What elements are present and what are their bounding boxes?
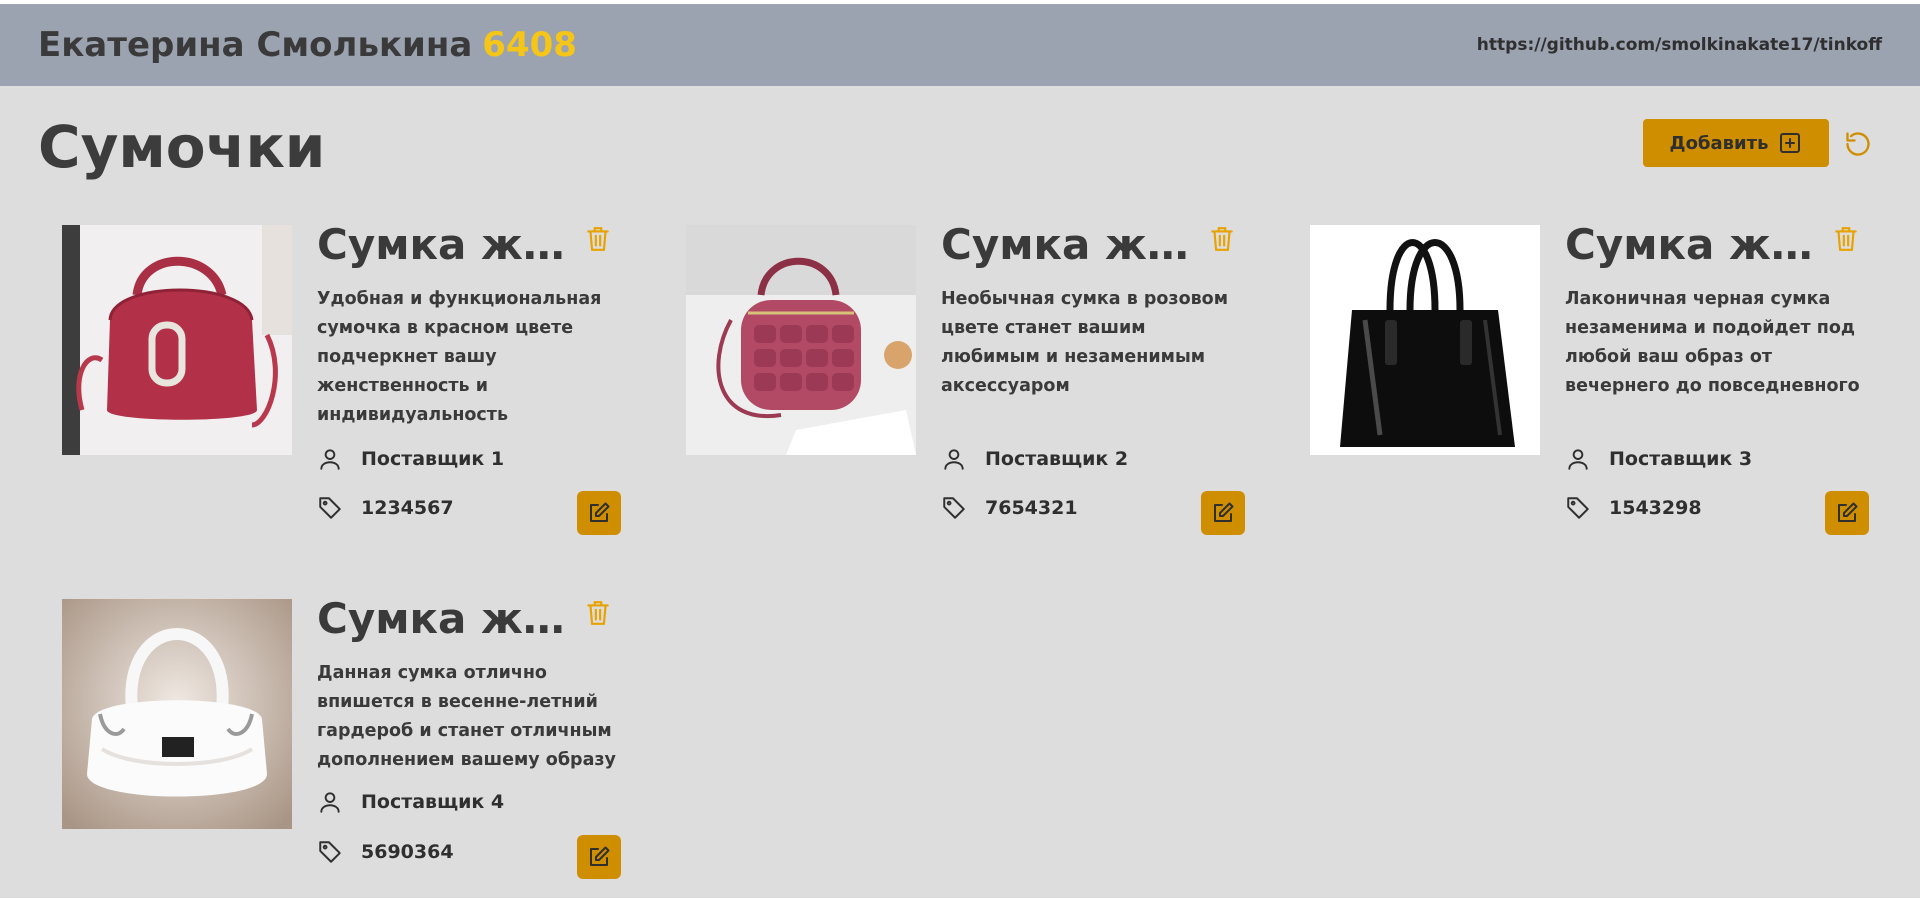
supplier-row: Поставщик 1: [317, 446, 504, 472]
user-icon: [1568, 449, 1588, 470]
product-description: Удобная и функциональная сумочка в красн…: [317, 289, 602, 425]
product-title: Сумка же...: [317, 220, 577, 269]
tag-icon: [319, 497, 341, 519]
tag-icon: [1567, 497, 1589, 519]
tag-icon: [319, 841, 341, 863]
code-row: 5690364: [317, 839, 454, 865]
product-card: Сумка же... Необычная сумка в розовом цв…: [686, 220, 1246, 535]
trash-icon[interactable]: [1209, 225, 1235, 253]
product-card: Сумка же... Удобная и функциональная сум…: [62, 220, 622, 535]
author-name: Екатерина Смолькина: [38, 25, 473, 65]
supplier-row: Поставщик 3: [1565, 446, 1752, 472]
supplier-name: Поставщик 3: [1609, 448, 1753, 470]
refresh-icon[interactable]: [1844, 130, 1872, 158]
top-bar: Екатерина Смолькина 6408 https://github.…: [0, 4, 1920, 86]
trash-icon[interactable]: [585, 225, 611, 253]
tag-icon: [943, 497, 965, 519]
product-code: 1234567: [361, 497, 454, 519]
supplier-name: Поставщик 4: [361, 791, 505, 813]
supplier-name: Поставщик 2: [985, 448, 1129, 470]
variant-number: 6408: [482, 25, 577, 65]
edit-button[interactable]: [1201, 491, 1245, 535]
product-photo: [686, 225, 916, 455]
code-row: 1234567: [317, 495, 454, 521]
user-icon: [944, 449, 964, 470]
product-card: Сумка же... Данная сумка отлично впишетс…: [62, 594, 622, 899]
product-description: Лаконичная черная сумка незаменима и под…: [1565, 289, 1860, 396]
product-photo: [1310, 225, 1540, 455]
edit-icon: [590, 502, 610, 522]
edit-button[interactable]: [577, 491, 621, 535]
brand: Екатерина Смолькина 6408: [38, 4, 577, 86]
product-code: 1543298: [1609, 497, 1702, 519]
product-photo: [62, 225, 292, 455]
repo-link[interactable]: https://github.com/smolkinakate17/tinkof…: [1477, 4, 1882, 86]
product-description: Данная сумка отлично впишется в весенне-…: [317, 663, 616, 770]
code-row: 1543298: [1565, 495, 1702, 521]
code-row: 7654321: [941, 495, 1078, 521]
page-title: Сумочки: [38, 113, 326, 181]
product-description: Необычная сумка в розовом цвете станет в…: [941, 289, 1228, 396]
user-icon: [320, 449, 340, 470]
app: Екатерина Смолькина 6408 https://github.…: [0, 4, 1920, 898]
product-title: Сумка же...: [1565, 220, 1825, 269]
edit-button[interactable]: [1825, 491, 1869, 535]
add-button-label: Добавить: [1669, 132, 1769, 154]
edit-icon: [1214, 502, 1234, 522]
user-icon: [320, 792, 340, 813]
add-button[interactable]: Добавить: [1643, 119, 1829, 167]
product-photo: [62, 599, 292, 829]
edit-button[interactable]: [577, 835, 621, 879]
plus-square-icon: [1780, 133, 1801, 153]
trash-icon[interactable]: [1833, 225, 1859, 253]
supplier-row: Поставщик 2: [941, 446, 1128, 472]
edit-icon: [1838, 502, 1858, 522]
trash-icon[interactable]: [585, 599, 611, 627]
edit-icon: [590, 846, 610, 866]
supplier-row: Поставщик 4: [317, 789, 504, 815]
product-title: Сумка же...: [941, 220, 1201, 269]
product-code: 5690364: [361, 841, 454, 863]
product-code: 7654321: [985, 497, 1078, 519]
product-card: Сумка же... Лаконичная черная сумка неза…: [1310, 220, 1870, 535]
product-title: Сумка же...: [317, 594, 577, 643]
supplier-name: Поставщик 1: [361, 448, 505, 470]
